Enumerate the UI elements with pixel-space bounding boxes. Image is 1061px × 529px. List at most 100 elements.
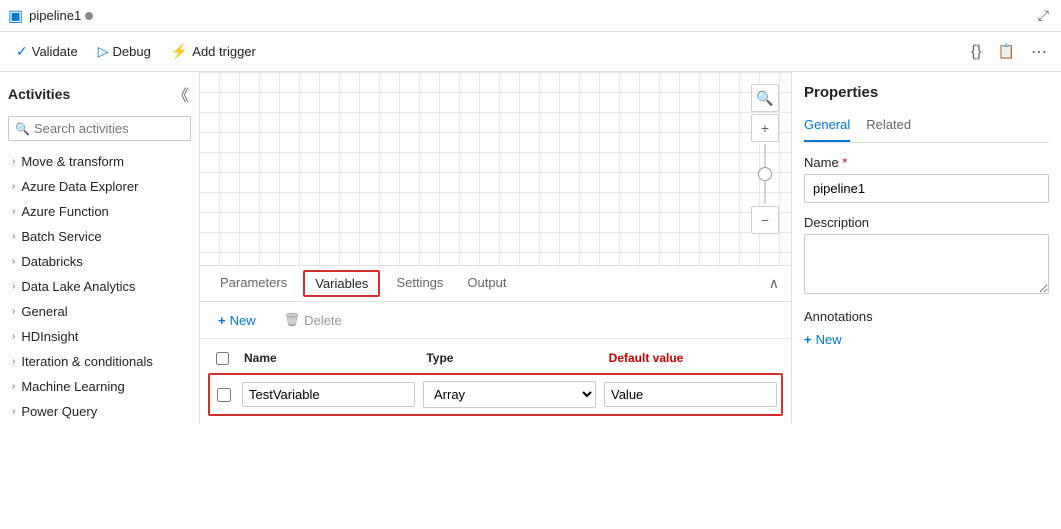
default-value-header: Default value [601,347,783,369]
type-header: Type [418,347,600,369]
sidebar-item-label: HDInsight [21,329,78,344]
lightning-icon: ⚡ [171,43,188,60]
canvas-search-button[interactable]: 🔍 [751,84,779,112]
debug-label: Debug [113,44,151,59]
note-button[interactable]: 📋 [992,38,1021,66]
row-checkbox-cell [210,388,238,402]
tab-related[interactable]: Related [866,113,911,142]
bottom-tabs: Parameters Variables Settings Output ∧ [200,266,791,302]
sidebar-item-label: Data Lake Analytics [21,279,135,294]
chevron-icon: › [12,306,15,317]
type-cell: Array String Boolean Integer [419,379,600,410]
name-input[interactable] [804,174,1049,203]
name-header: Name [236,347,418,369]
bottom-panel: Parameters Variables Settings Output ∧ +… [200,265,791,424]
maximize-button[interactable]: ⤢ [1034,5,1053,26]
zoom-slider-thumb[interactable] [758,167,772,181]
panel-tabs: General Related [804,113,1049,143]
annotations-title: Annotations [804,309,1049,324]
sidebar-item[interactable]: ›Machine Learning [0,374,199,399]
add-trigger-label: Add trigger [192,44,256,59]
delete-icon: 🗑 [284,312,301,328]
sidebar-item[interactable]: ›Batch Service [0,224,199,249]
zoom-in-button[interactable]: + [751,114,779,142]
variable-default-input[interactable] [604,382,777,407]
row-checkbox[interactable] [217,388,231,402]
add-trigger-button[interactable]: ⚡ Add trigger [163,39,264,64]
new-label: New [230,313,256,328]
title-bar: ▣ pipeline1 ⤢ [0,0,1061,32]
tab-general[interactable]: General [804,113,850,142]
chevron-icon: › [12,281,15,292]
annotations-section: Annotations + New [804,309,1049,349]
tab-parameters[interactable]: Parameters [208,267,299,300]
activities-sidebar: Activities 《 🔍 ›Move & transform›Azure D… [0,72,200,424]
unsaved-dot [85,12,93,20]
search-icon: 🔍 [15,122,30,136]
select-all-checkbox[interactable] [216,352,229,365]
zoom-slider-track [764,144,766,204]
sidebar-item[interactable]: ›Power Query [0,399,199,424]
search-input[interactable] [34,121,200,136]
sidebar-item-label: Batch Service [21,229,101,244]
new-variable-button[interactable]: + New [208,309,266,332]
play-icon: ▷ [98,43,109,60]
sidebar-item-label: Move & transform [21,154,124,169]
sidebar-item[interactable]: › Data Lake Analytics [0,274,199,299]
toolbar: ✓ Validate ▷ Debug ⚡ Add trigger {} 📋 ⋯ [0,32,1061,72]
pipeline-title: pipeline1 [29,8,81,23]
description-label: Description [804,215,1049,230]
chevron-icon: › [12,356,15,367]
variable-row: Array String Boolean Integer [208,373,783,416]
app-icon: ▣ [8,6,23,26]
sidebar-item[interactable]: › Azure Data Explorer [0,174,199,199]
default-value-cell [600,380,781,409]
chevron-icon: › [12,256,15,267]
checkbox-header-cell [208,347,236,369]
variables-table: Name Type Default value Array S [200,339,791,424]
validate-button[interactable]: ✓ Validate [8,39,86,64]
variable-type-select[interactable]: Array String Boolean Integer [423,381,596,408]
title-bar-actions: ⤢ [1034,5,1053,26]
tab-output[interactable]: Output [455,267,518,300]
zoom-out-button[interactable]: − [751,206,779,234]
description-field-group: Description [804,215,1049,297]
sidebar-item[interactable]: › General [0,299,199,324]
debug-button[interactable]: ▷ Debug [90,39,159,64]
sidebar-items-list: ›Move & transform›Azure Data Explorer›Az… [0,149,199,424]
sidebar-item-label: Power Query [21,404,97,419]
delete-variable-button[interactable]: 🗑 Delete [274,308,352,332]
search-box: 🔍 [8,116,191,141]
toolbar-right: {} 📋 ⋯ [965,38,1053,66]
sidebar-item-label: General [21,304,67,319]
sidebar-item[interactable]: › Databricks [0,249,199,274]
sidebar-item[interactable]: ›Azure Function [0,199,199,224]
bottom-toolbar: + New 🗑 Delete [200,302,791,339]
sidebar-item-label: Machine Learning [21,379,124,394]
sidebar-item-label: Databricks [21,254,82,269]
sidebar-header: Activities 《 [0,72,199,112]
sidebar-item[interactable]: ›Move & transform [0,149,199,174]
more-button[interactable]: ⋯ [1025,38,1053,66]
sidebar-item-label: Azure Data Explorer [21,179,138,194]
sidebar-item[interactable]: ›HDInsight [0,324,199,349]
chevron-icon: › [12,206,15,217]
properties-title: Properties [804,84,1049,101]
variable-name-input[interactable] [242,382,415,407]
panel-collapse-button[interactable]: ∧ [765,271,783,296]
chevron-icon: › [12,181,15,192]
sidebar-item[interactable]: ›Iteration & conditionals [0,349,199,374]
sidebar-collapse-button[interactable]: 《 [171,80,191,108]
code-button[interactable]: {} [965,38,988,66]
add-annotation-button[interactable]: + New [804,330,842,349]
description-textarea[interactable] [804,234,1049,294]
main-layout: Activities 《 🔍 ›Move & transform›Azure D… [0,72,1061,424]
tab-settings[interactable]: Settings [384,267,455,300]
add-icon: + [804,332,812,347]
canvas-controls: 🔍 + − [751,84,779,234]
sidebar-controls: 《 [171,80,191,108]
table-header: Name Type Default value [208,343,783,373]
plus-icon: + [218,313,226,328]
tab-variables[interactable]: Variables [303,270,380,297]
canvas[interactable]: 🔍 + − [200,72,791,265]
